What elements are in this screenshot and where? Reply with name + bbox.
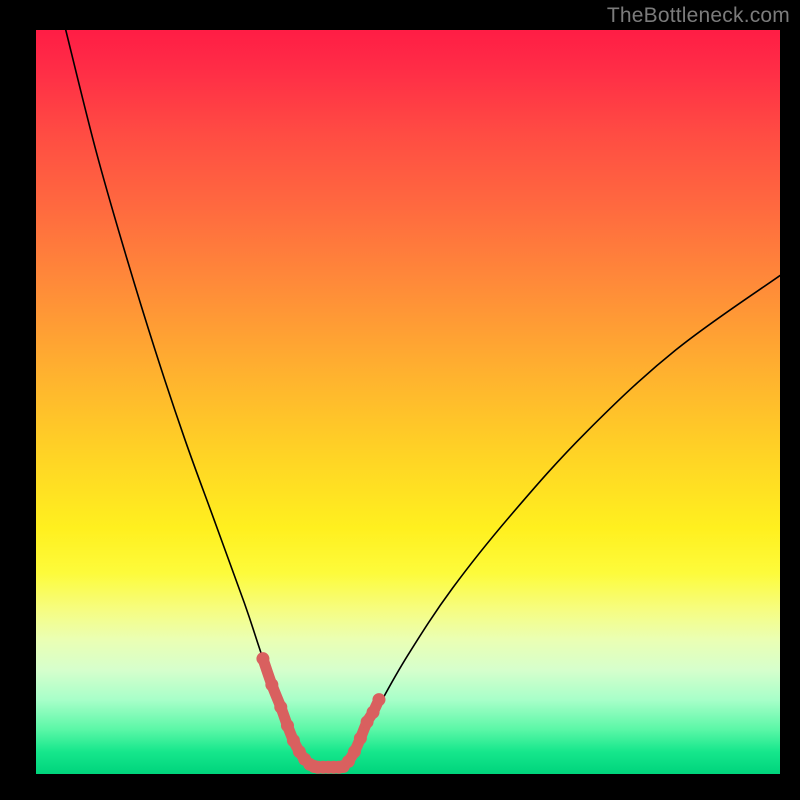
curve-layer [36,30,780,774]
marker-dot [354,732,367,745]
watermark-text: TheBottleneck.com [607,4,790,28]
plot-area [36,30,780,774]
marker-dot [348,745,361,758]
chart-stage: TheBottleneck.com [0,0,800,800]
left-curve [66,30,312,767]
marker-dot [256,652,269,665]
marker-dot [367,706,380,719]
marker-dot [372,693,385,706]
marker-dot [274,701,287,714]
marker-stroke [263,659,314,767]
marker-dot [281,719,294,732]
marker-dot [265,678,278,691]
bottleneck-markers [256,652,385,774]
right-curve [341,276,780,767]
marker-dot [287,734,300,747]
